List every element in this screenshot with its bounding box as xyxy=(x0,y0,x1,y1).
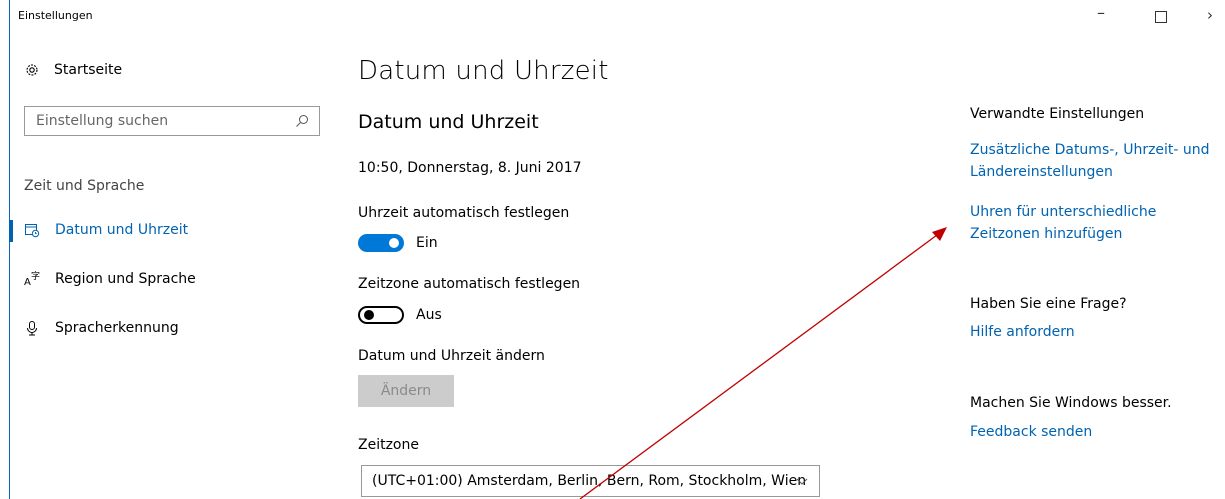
search-input[interactable] xyxy=(34,107,295,135)
toggle-knob xyxy=(364,310,374,320)
auto-time-label: Uhrzeit automatisch festlegen xyxy=(358,205,570,221)
home-label: Startseite xyxy=(54,62,123,78)
close-button[interactable]: › xyxy=(1207,6,1213,24)
link-add-clocks[interactable]: Uhren für unterschiedliche Zeitzonen hin… xyxy=(970,201,1156,245)
link-line: Uhren für unterschiedliche xyxy=(970,204,1157,220)
window-left-border xyxy=(9,0,10,499)
auto-time-state: Ein xyxy=(416,235,438,251)
chevron-down-icon xyxy=(796,478,808,485)
link-get-help[interactable]: Hilfe anfordern xyxy=(970,321,1075,343)
sidebar-item-spracherkennung[interactable]: Spracherkennung xyxy=(24,320,179,336)
change-button[interactable]: Ändern xyxy=(358,375,454,407)
microphone-icon xyxy=(27,321,37,336)
calendar-clock-icon xyxy=(25,224,40,238)
minimize-button[interactable]: – xyxy=(1097,3,1105,22)
window-title: Einstellungen xyxy=(18,9,93,22)
sidebar-item-datum-und-uhrzeit[interactable]: Datum und Uhrzeit xyxy=(24,222,188,238)
auto-timezone-state: Aus xyxy=(416,307,442,323)
link-line: Zeitzonen hinzufügen xyxy=(970,226,1123,242)
related-settings-heading: Verwandte Einstellungen xyxy=(970,106,1145,122)
improve-heading: Machen Sie Windows besser. xyxy=(970,395,1172,411)
page-title: Datum und Uhrzeit xyxy=(358,56,609,86)
change-datetime-label: Datum und Uhrzeit ändern xyxy=(358,348,545,364)
section-title: Datum und Uhrzeit xyxy=(358,111,539,133)
auto-timezone-label: Zeitzone automatisch festlegen xyxy=(358,276,581,292)
sidebar-item-label: Datum und Uhrzeit xyxy=(55,222,189,238)
sidebar-item-region-und-sprache[interactable]: A 字 Region und Sprache xyxy=(24,271,196,287)
timezone-dropdown[interactable]: (UTC+01:00) Amsterdam, Berlin, Bern, Rom… xyxy=(361,465,820,497)
link-additional-settings[interactable]: Zusätzliche Datums-, Uhrzeit- und Länder… xyxy=(970,139,1210,183)
auto-timezone-toggle[interactable] xyxy=(358,306,404,324)
timezone-value: (UTC+01:00) Amsterdam, Berlin, Bern, Rom… xyxy=(372,473,807,489)
timezone-label: Zeitzone xyxy=(358,437,419,453)
search-icon xyxy=(296,115,308,127)
current-time-text: 10:50, Donnerstag, 8. Juni 2017 xyxy=(358,160,582,176)
question-heading: Haben Sie eine Frage? xyxy=(970,296,1127,312)
link-feedback[interactable]: Feedback senden xyxy=(970,421,1092,443)
sidebar-group-heading: Zeit und Sprache xyxy=(24,178,145,194)
active-indicator xyxy=(9,220,13,242)
search-box[interactable] xyxy=(24,106,320,136)
maximize-button[interactable] xyxy=(1155,11,1167,23)
svg-text:字: 字 xyxy=(31,271,40,282)
svg-text:A: A xyxy=(24,277,31,287)
toggle-knob xyxy=(389,238,399,248)
link-line: Ländereinstellungen xyxy=(970,164,1113,180)
gear-icon xyxy=(26,64,38,76)
sidebar-home[interactable]: Startseite xyxy=(24,62,122,78)
sidebar-item-label: Region und Sprache xyxy=(55,271,196,287)
sidebar-item-label: Spracherkennung xyxy=(55,320,179,336)
link-line: Zusätzliche Datums-, Uhrzeit- und xyxy=(970,142,1210,158)
auto-time-toggle[interactable] xyxy=(358,234,404,252)
language-icon: A 字 xyxy=(24,271,40,287)
